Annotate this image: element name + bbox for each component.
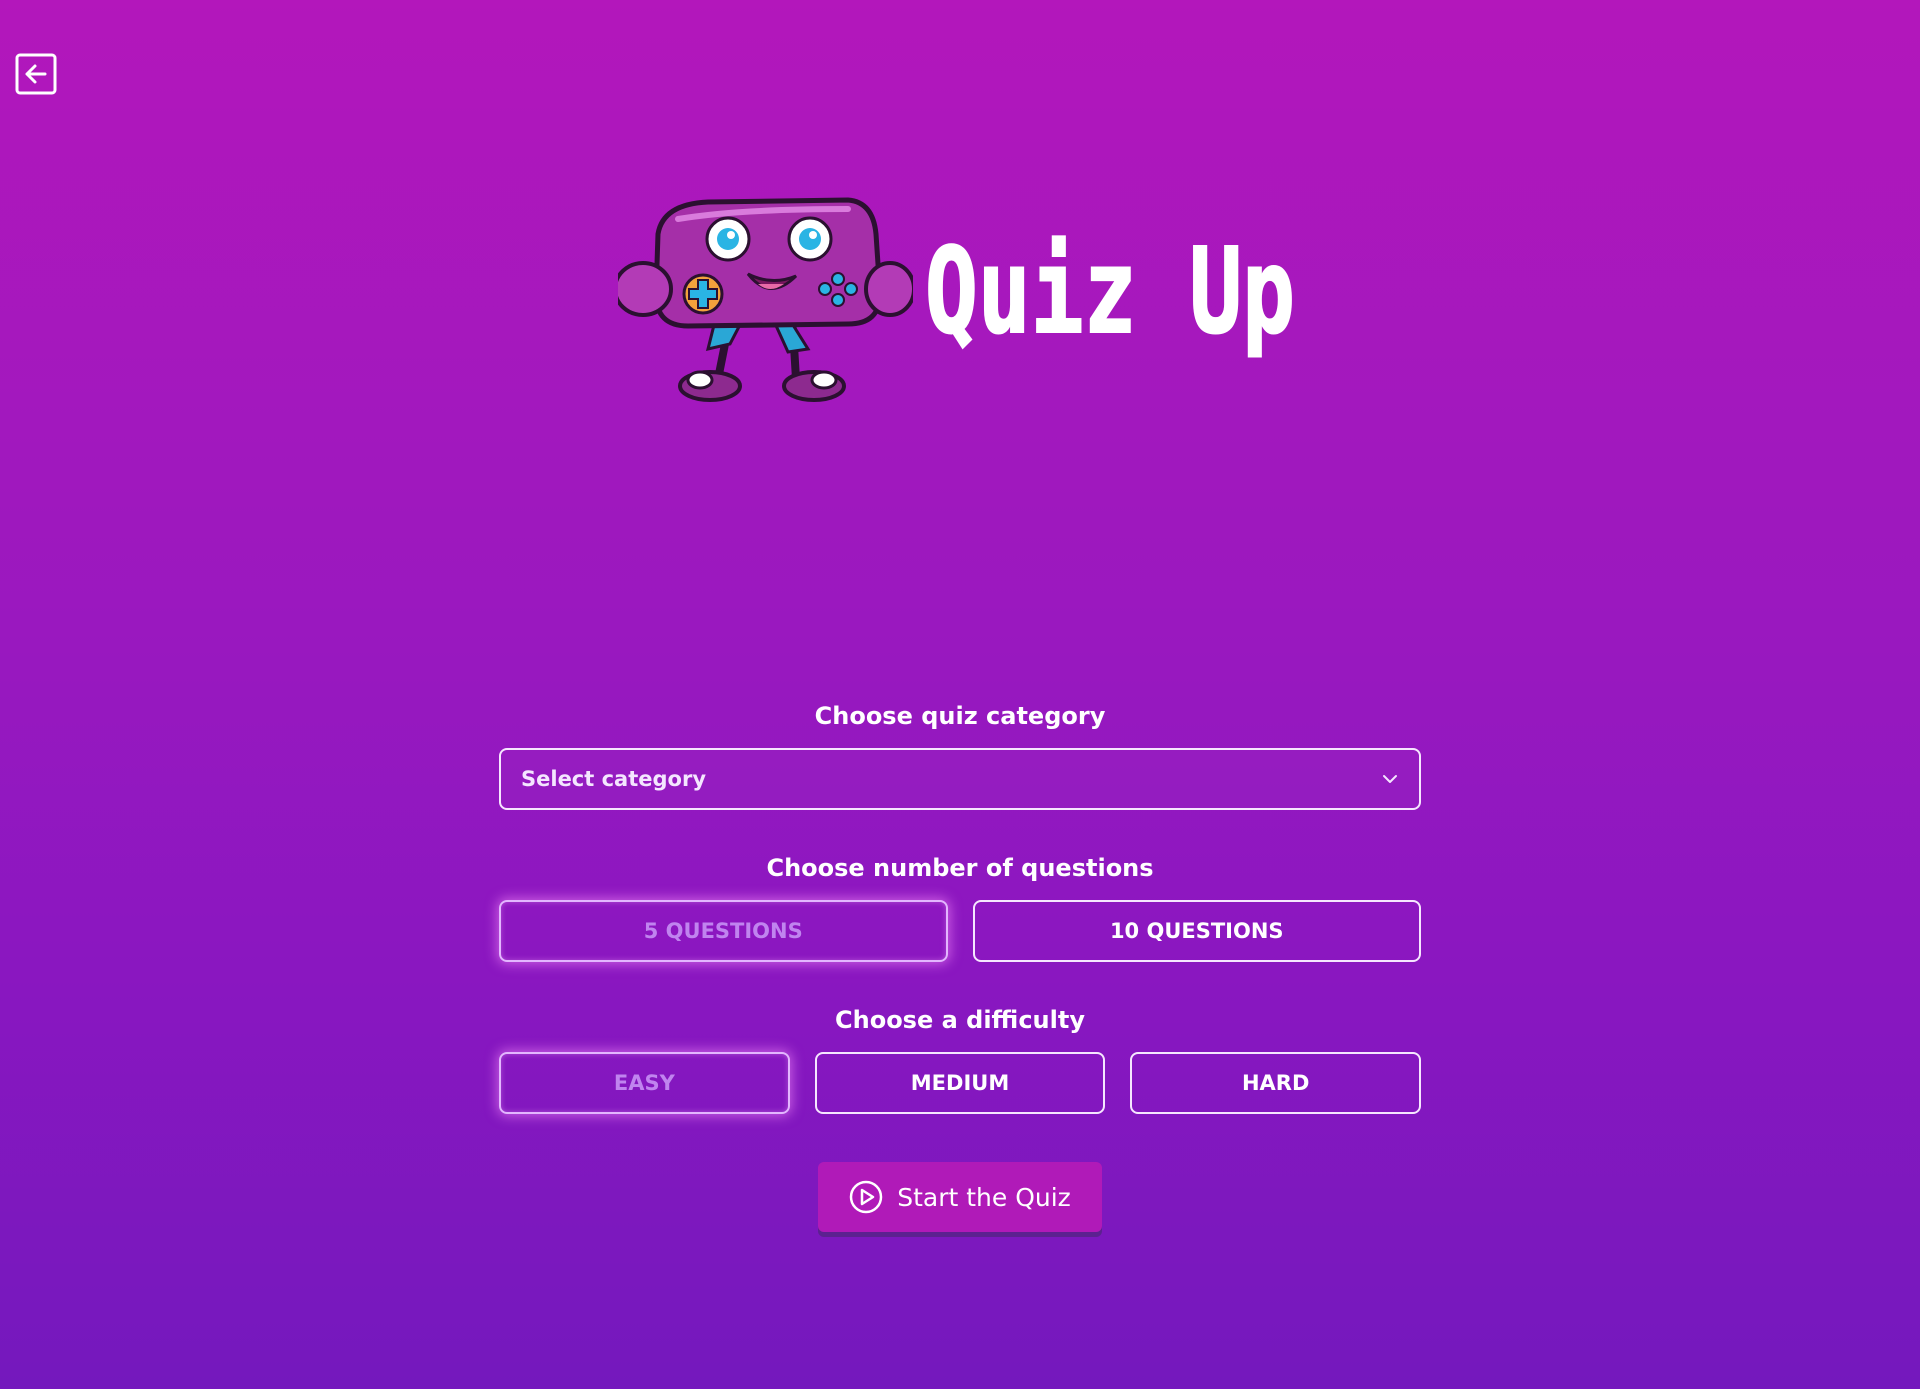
- category-select[interactable]: Select category: [499, 748, 1421, 810]
- difficulty-easy-button[interactable]: EASY: [499, 1052, 790, 1114]
- category-title: Choose quiz category: [814, 702, 1106, 730]
- logo-title: Quiz Up: [925, 232, 1296, 361]
- back-button[interactable]: [15, 53, 57, 95]
- start-quiz-button[interactable]: Start the Quiz: [818, 1162, 1102, 1232]
- difficulty-medium-button[interactable]: MEDIUM: [814, 1052, 1106, 1114]
- arrow-left-square-icon: [15, 53, 57, 95]
- logo: Quiz Up: [618, 194, 1318, 414]
- logo-title-text: Quiz Up: [925, 232, 1295, 360]
- difficulty-options: EASY MEDIUM HARD: [499, 1052, 1422, 1114]
- difficulty-hard-button[interactable]: HARD: [1130, 1052, 1422, 1114]
- quiz-setup-form: Choose quiz category Select category Cho…: [499, 700, 1422, 1114]
- questions-title: Choose number of questions: [766, 854, 1154, 882]
- questions-5-button[interactable]: 5 QUESTIONS: [499, 900, 948, 962]
- play-circle-icon: [849, 1180, 883, 1214]
- questions-options: 5 QUESTIONS 10 QUESTIONS: [499, 900, 1421, 962]
- category-select-value: Select category: [521, 767, 707, 791]
- questions-10-button[interactable]: 10 QUESTIONS: [972, 900, 1421, 962]
- gamepad-mascot-icon: [618, 197, 913, 402]
- chevron-down-icon: [1381, 770, 1399, 788]
- difficulty-title: Choose a difficulty: [835, 1006, 1085, 1034]
- start-quiz-label: Start the Quiz: [897, 1182, 1071, 1212]
